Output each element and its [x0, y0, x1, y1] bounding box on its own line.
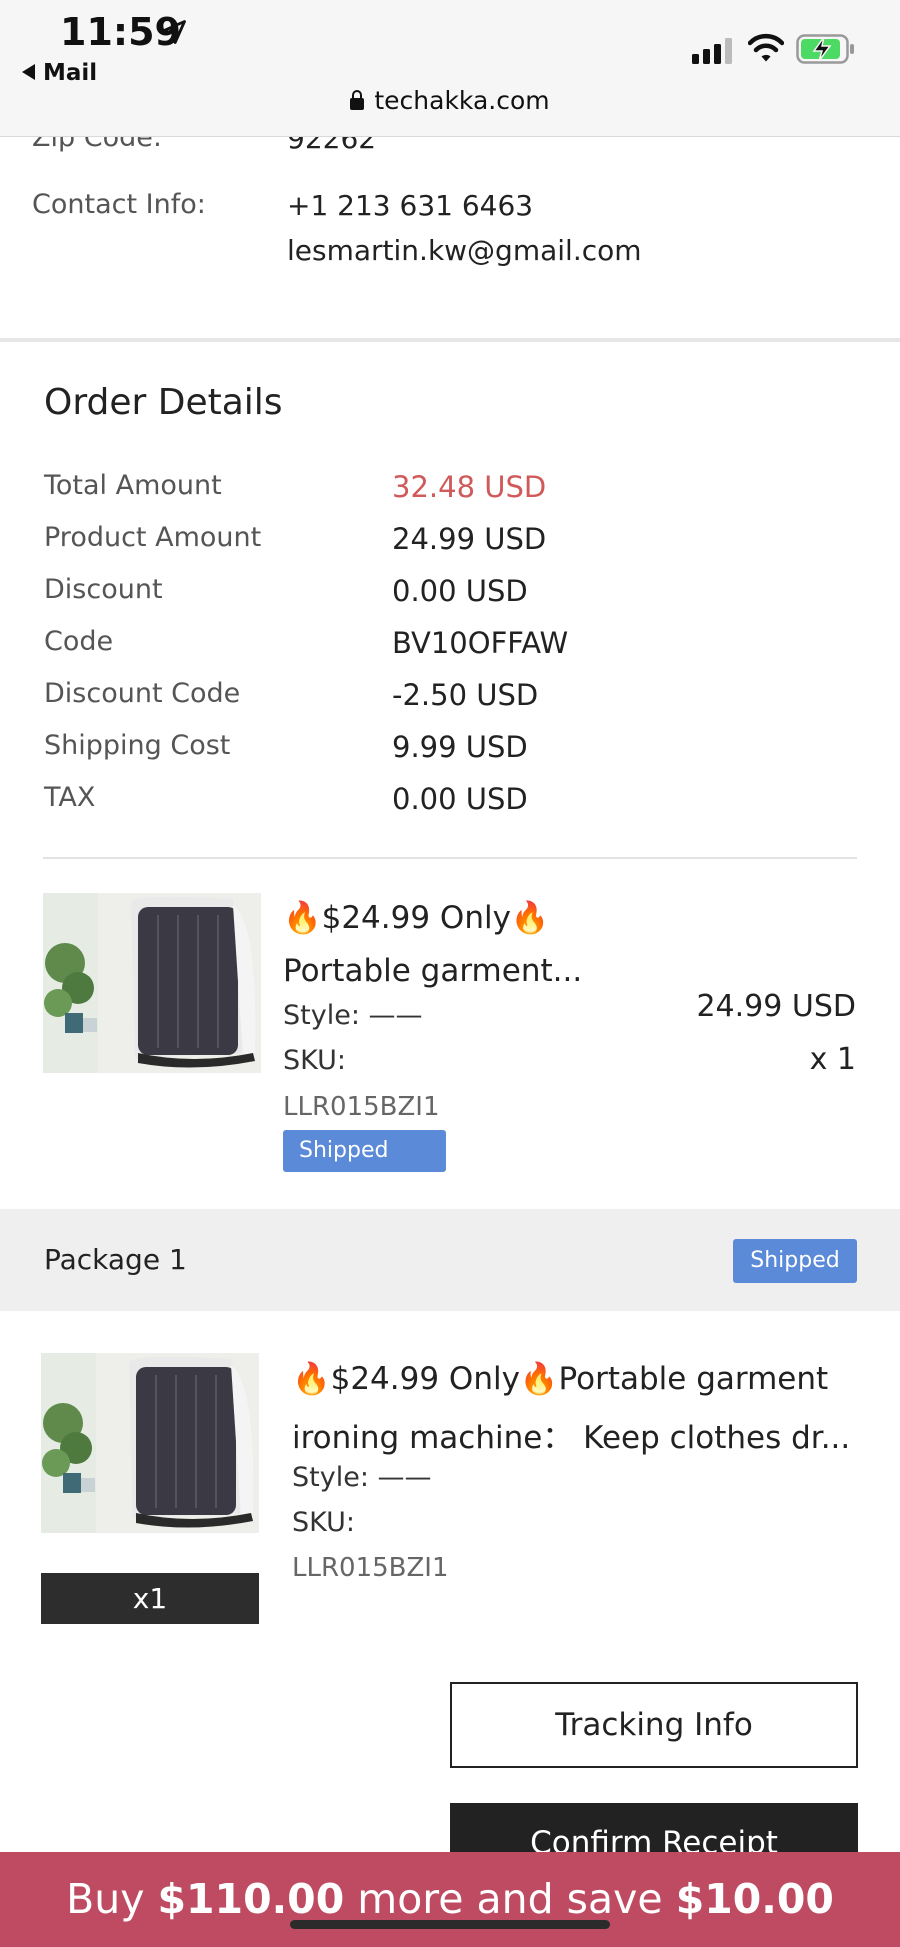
- package-item-title-line1[interactable]: 🔥$24.99 Only🔥Portable garment: [292, 1360, 828, 1397]
- package-item-sku-value: LLR015BZI1: [292, 1553, 449, 1583]
- package-item-quantity: x1: [41, 1573, 259, 1624]
- package-product-image: [41, 1353, 259, 1533]
- total-amount-value: 32.48 USD: [392, 470, 547, 504]
- promo-amount-1: $110.00: [157, 1875, 345, 1923]
- item-sku-label: SKU:: [283, 1045, 346, 1076]
- discount-label: Discount: [44, 574, 163, 605]
- details-divider: [43, 857, 857, 859]
- package-status-badge: Shipped: [733, 1239, 857, 1283]
- browser-top-bar: 11:59 Mail techakka.com: [0, 0, 900, 137]
- address-bar[interactable]: techakka.com: [0, 86, 900, 115]
- shipping-cost-label: Shipping Cost: [44, 730, 231, 761]
- order-details-title: Order Details: [44, 382, 283, 423]
- wifi-icon: [748, 33, 784, 62]
- product-amount-value: 24.99 USD: [392, 522, 547, 556]
- package-item-sku-label: SKU:: [292, 1507, 355, 1538]
- back-to-mail-link[interactable]: Mail: [22, 60, 97, 86]
- item-price: 24.99 USD: [696, 989, 856, 1024]
- product-amount-label: Product Amount: [44, 522, 262, 553]
- location-arrow-icon: [162, 20, 186, 44]
- code-value: BV10OFFAW: [392, 626, 569, 660]
- item-status-badge: Shipped: [283, 1130, 446, 1172]
- home-indicator[interactable]: [290, 1920, 610, 1929]
- package-item-thumbnail[interactable]: [41, 1353, 259, 1533]
- item-title-line2[interactable]: Portable garment...: [283, 953, 582, 989]
- back-arrow-icon: [22, 63, 35, 80]
- promo-amount-2: $10.00: [675, 1875, 834, 1923]
- lock-icon: [350, 90, 365, 110]
- item-quantity: x 1: [809, 1042, 856, 1077]
- discount-value: 0.00 USD: [392, 574, 528, 608]
- free-shipping-promo-banner[interactable]: Buy $110.00 more and save $10.00: [0, 1852, 900, 1947]
- promo-text-1: Buy: [66, 1875, 158, 1923]
- contact-email: lesmartin.kw@gmail.com: [287, 234, 642, 267]
- cellular-signal-icon: [692, 38, 732, 64]
- package-item-title-line2[interactable]: ironing machine： Keep clothes dr...: [292, 1412, 850, 1457]
- item-style: Style: ——: [283, 1000, 423, 1031]
- total-amount-label: Total Amount: [44, 470, 222, 501]
- tracking-info-button[interactable]: Tracking Info: [450, 1682, 858, 1768]
- shipping-cost-value: 9.99 USD: [392, 730, 528, 764]
- item-title-line1: 🔥$24.99 Only🔥: [283, 900, 550, 936]
- promo-text-2: more and save: [344, 1875, 676, 1923]
- product-thumbnail[interactable]: [43, 893, 261, 1073]
- code-label: Code: [44, 626, 114, 657]
- package-item-style: Style: ——: [292, 1462, 432, 1493]
- contact-info-label: Contact Info:: [32, 189, 206, 220]
- section-divider: [0, 338, 900, 342]
- tax-value: 0.00 USD: [392, 782, 528, 816]
- battery-charging-icon: [796, 34, 854, 64]
- discount-code-label: Discount Code: [44, 678, 241, 709]
- discount-code-value: -2.50 USD: [392, 678, 539, 712]
- tax-label: TAX: [44, 782, 96, 813]
- product-image: [43, 893, 261, 1073]
- package-label: Package 1: [44, 1243, 187, 1276]
- contact-phone: +1 213 631 6463: [287, 189, 534, 222]
- item-sku-value: LLR015BZI1: [283, 1092, 440, 1122]
- package-header: Package 1 Shipped: [0, 1209, 900, 1311]
